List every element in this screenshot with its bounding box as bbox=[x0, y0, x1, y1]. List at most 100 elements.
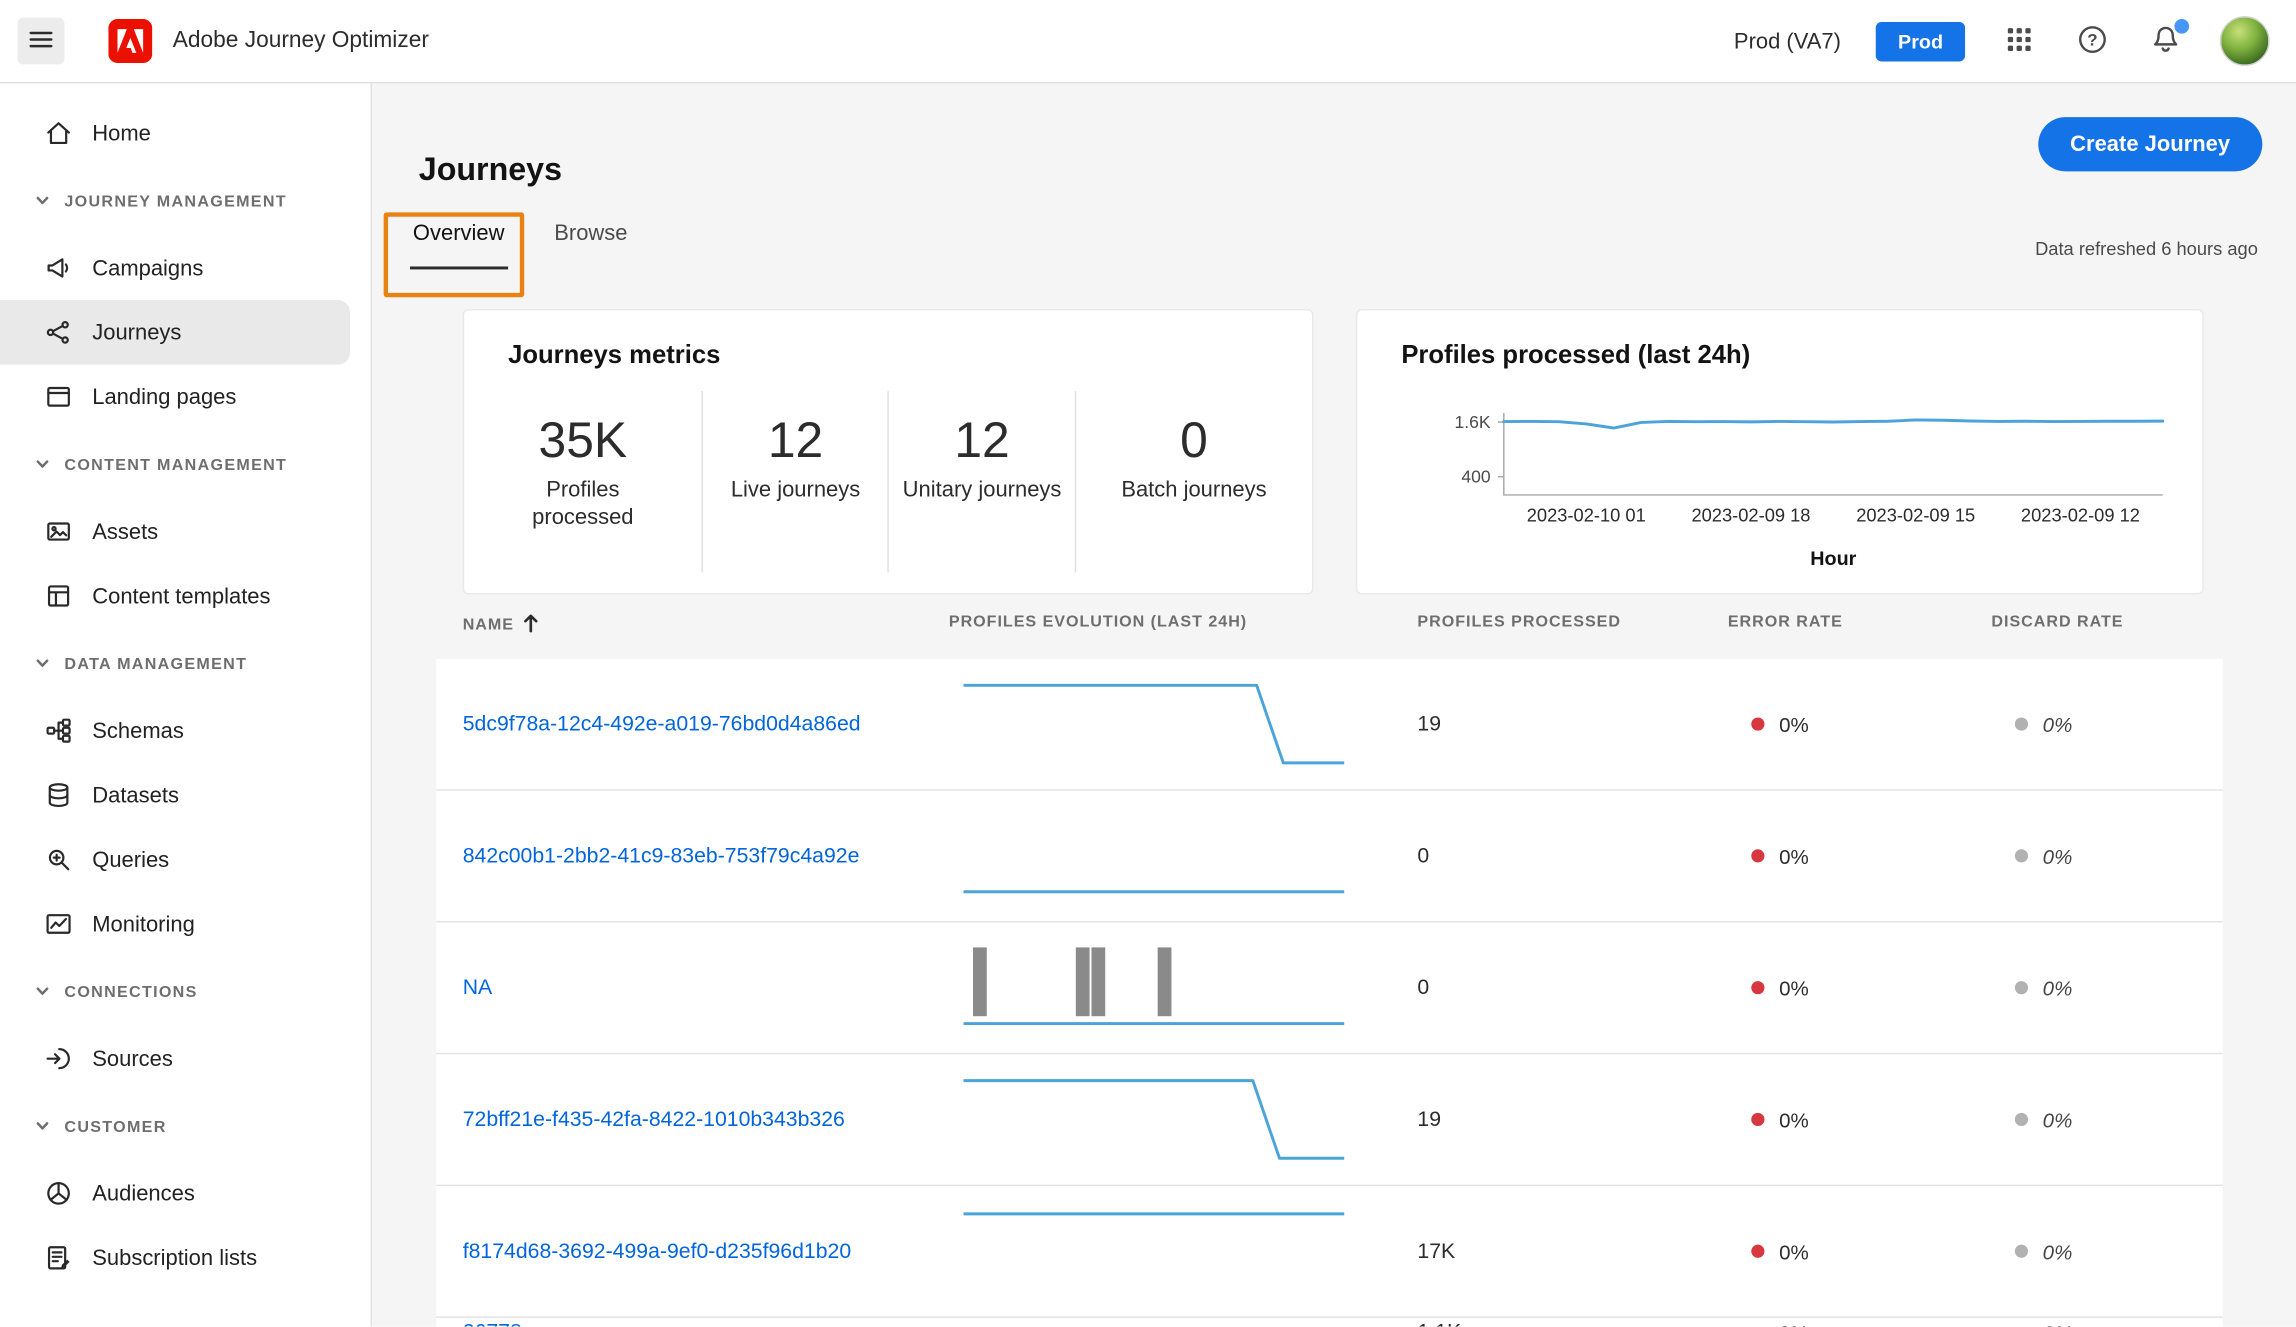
sort-ascending-icon bbox=[523, 614, 539, 637]
metric-value: 0 bbox=[1076, 409, 1312, 473]
discard-rate-cell: 0% bbox=[2015, 1108, 2072, 1131]
adobe-logo-icon[interactable] bbox=[108, 19, 152, 63]
profiles-processed-value: 0 bbox=[1417, 976, 1429, 999]
sidebar-item-assets[interactable]: Assets bbox=[0, 499, 350, 563]
user-avatar[interactable] bbox=[2220, 16, 2270, 66]
journeys-metrics-card: Journeys metrics 35KProfiles processed12… bbox=[463, 309, 1314, 595]
discard-rate-cell: 0% bbox=[2015, 1240, 2072, 1263]
metric-profiles-processed: 35KProfiles processed bbox=[464, 391, 701, 573]
page-title: Journeys bbox=[419, 151, 562, 189]
discard-rate-value: 0% bbox=[2043, 976, 2073, 999]
column-header-name[interactable]: NAME bbox=[463, 614, 539, 637]
tab-browse[interactable]: Browse bbox=[551, 221, 630, 269]
notifications-button[interactable] bbox=[2147, 22, 2185, 60]
discard-rate-value: 0% bbox=[2043, 1108, 2073, 1131]
notification-dot bbox=[2174, 19, 2189, 34]
sidebar-section-connections[interactable]: CONNECTIONS bbox=[0, 959, 370, 1026]
metric-live-journeys: 12Live journeys bbox=[702, 391, 889, 573]
subscription-lists-icon bbox=[44, 1243, 73, 1272]
tab-overview[interactable]: Overview bbox=[410, 221, 507, 269]
help-button[interactable]: ? bbox=[2073, 22, 2111, 60]
hamburger-icon bbox=[26, 24, 55, 58]
table-row-partial: 267781.1K0%0% bbox=[436, 1318, 2222, 1327]
landing-pages-icon bbox=[44, 382, 73, 411]
discard-rate-value: 0% bbox=[2043, 1240, 2073, 1263]
table-row: 842c00b1-2bb2-41c9-83eb-753f79c4a92e00%0… bbox=[436, 791, 2222, 923]
column-header-profiles-evolution-last-24h[interactable]: PROFILES EVOLUTION (LAST 24H) bbox=[949, 614, 1247, 632]
error-rate-value: 0% bbox=[1779, 1240, 1809, 1263]
sidebar-item-datasets[interactable]: Datasets bbox=[0, 763, 350, 827]
sidebar-item-home[interactable]: Home bbox=[0, 101, 350, 165]
svg-text:1.6K: 1.6K bbox=[1454, 412, 1490, 432]
content-templates-icon bbox=[44, 581, 73, 610]
tabs-bar: Overview Browse bbox=[410, 221, 630, 269]
journey-name-link[interactable]: NA bbox=[463, 976, 493, 999]
sidebar-item-schemas[interactable]: Schemas bbox=[0, 698, 350, 762]
journeys-icon bbox=[44, 318, 73, 347]
table-header: NAME PROFILES EVOLUTION (LAST 24H) PROFILE… bbox=[436, 614, 2222, 655]
sidebar-item-label: Queries bbox=[92, 847, 169, 872]
profiles-evolution-sparkline bbox=[963, 1073, 1344, 1167]
journey-name-link[interactable]: f8174d68-3692-499a-9ef0-d235f96d1b20 bbox=[463, 1240, 851, 1263]
hamburger-menu-button[interactable] bbox=[18, 18, 65, 65]
chevron-down-icon bbox=[34, 1117, 52, 1139]
table-row: 5dc9f78a-12c4-492e-a019-76bd0d4a86ed190%… bbox=[436, 659, 2222, 791]
discard-rate-dot bbox=[2015, 1245, 2028, 1258]
sidebar-item-label: Subscription lists bbox=[92, 1245, 257, 1270]
profiles-processed-value: 19 bbox=[1417, 712, 1441, 735]
sidebar-item-monitoring[interactable]: Monitoring bbox=[0, 892, 350, 956]
sidebar-section-label: CUSTOMER bbox=[64, 1119, 166, 1137]
sidebar-item-content-templates[interactable]: Content templates bbox=[0, 564, 350, 628]
column-header-profiles-processed[interactable]: PROFILES PROCESSED bbox=[1417, 614, 1621, 632]
home-icon bbox=[44, 119, 73, 148]
table-row: f8174d68-3692-499a-9ef0-d235f96d1b20 17K 0… bbox=[436, 1186, 2222, 1318]
sidebar-item-queries[interactable]: Queries bbox=[0, 827, 350, 891]
sidebar-item-label: Home bbox=[92, 121, 151, 146]
metric-label: Profiles processed bbox=[494, 476, 673, 532]
metric-value: 35K bbox=[464, 409, 701, 473]
sidebar-item-label: Schemas bbox=[92, 718, 184, 743]
profiles-evolution-sparkline bbox=[963, 1204, 1344, 1298]
environment-badge[interactable]: Prod bbox=[1876, 21, 1965, 61]
discard-rate-dot bbox=[2015, 981, 2028, 994]
table-row: NA00%0% bbox=[436, 922, 2222, 1054]
sidebar-section-customer[interactable]: CUSTOMER bbox=[0, 1094, 370, 1161]
sidebar-item-journeys[interactable]: Journeys bbox=[0, 300, 350, 364]
sidebar-item-landing-pages[interactable]: Landing pages bbox=[0, 365, 350, 429]
sidebar-section-data-management[interactable]: DATA MANAGEMENT bbox=[0, 631, 370, 698]
sources-icon bbox=[44, 1044, 73, 1073]
sidebar-item-sources[interactable]: Sources bbox=[0, 1026, 350, 1090]
column-header-error-rate[interactable]: ERROR RATE bbox=[1728, 614, 1843, 632]
profiles-processed-value: 17K bbox=[1417, 1240, 1455, 1263]
journey-name-link[interactable]: 842c00b1-2bb2-41c9-83eb-753f79c4a92e bbox=[463, 844, 860, 867]
profiles-processed-value: 19 bbox=[1417, 1108, 1441, 1131]
sidebar-item-subscription-lists[interactable]: Subscription lists bbox=[0, 1226, 350, 1290]
journey-name-link[interactable]: 72bff21e-f435-42fa-8422-1010b343b326 bbox=[463, 1108, 845, 1131]
profiles-processed-value: 0 bbox=[1417, 844, 1429, 867]
discard-rate-dot bbox=[2015, 717, 2028, 730]
apps-grid-button[interactable] bbox=[2000, 22, 2038, 60]
top-bar: Adobe Journey Optimizer Prod (VA7) Prod bbox=[0, 0, 2296, 83]
profiles-processed-card: Profiles processed (last 24h) 1.6K400202… bbox=[1356, 309, 2204, 595]
environment-label: Prod (VA7) bbox=[1734, 29, 1841, 54]
chevron-down-icon bbox=[34, 654, 52, 676]
assets-icon bbox=[44, 517, 73, 546]
svg-text:2023-02-10 01: 2023-02-10 01 bbox=[1527, 504, 1646, 525]
metric-value: 12 bbox=[703, 409, 888, 473]
sidebar-navigation: Home JOURNEY MANAGEMENTCampaignsJourneysL… bbox=[0, 83, 372, 1326]
chevron-down-icon bbox=[34, 191, 52, 213]
table-row: 72bff21e-f435-42fa-8422-1010b343b326 19 0%… bbox=[436, 1054, 2222, 1186]
topbar-actions: Prod (VA7) Prod ? bbox=[1734, 16, 2270, 66]
create-journey-button[interactable]: Create Journey bbox=[2038, 117, 2262, 171]
profiles-evolution-sparkline bbox=[963, 677, 1344, 771]
profiles-evolution-sparkline bbox=[963, 941, 1344, 1035]
chart-card-title: Profiles processed (last 24h) bbox=[1401, 340, 1750, 371]
column-header-discard-rate[interactable]: DISCARD RATE bbox=[1991, 614, 2123, 632]
error-rate-dot bbox=[1751, 981, 1764, 994]
sidebar-item-campaigns[interactable]: Campaigns bbox=[0, 236, 350, 300]
sidebar-section-content-management[interactable]: CONTENT MANAGEMENT bbox=[0, 432, 370, 499]
sidebar-section-journey-management[interactable]: JOURNEY MANAGEMENT bbox=[0, 168, 370, 235]
sidebar-item-audiences[interactable]: Audiences bbox=[0, 1161, 350, 1225]
datasets-icon bbox=[44, 780, 73, 809]
journey-name-link[interactable]: 5dc9f78a-12c4-492e-a019-76bd0d4a86ed bbox=[463, 712, 861, 735]
